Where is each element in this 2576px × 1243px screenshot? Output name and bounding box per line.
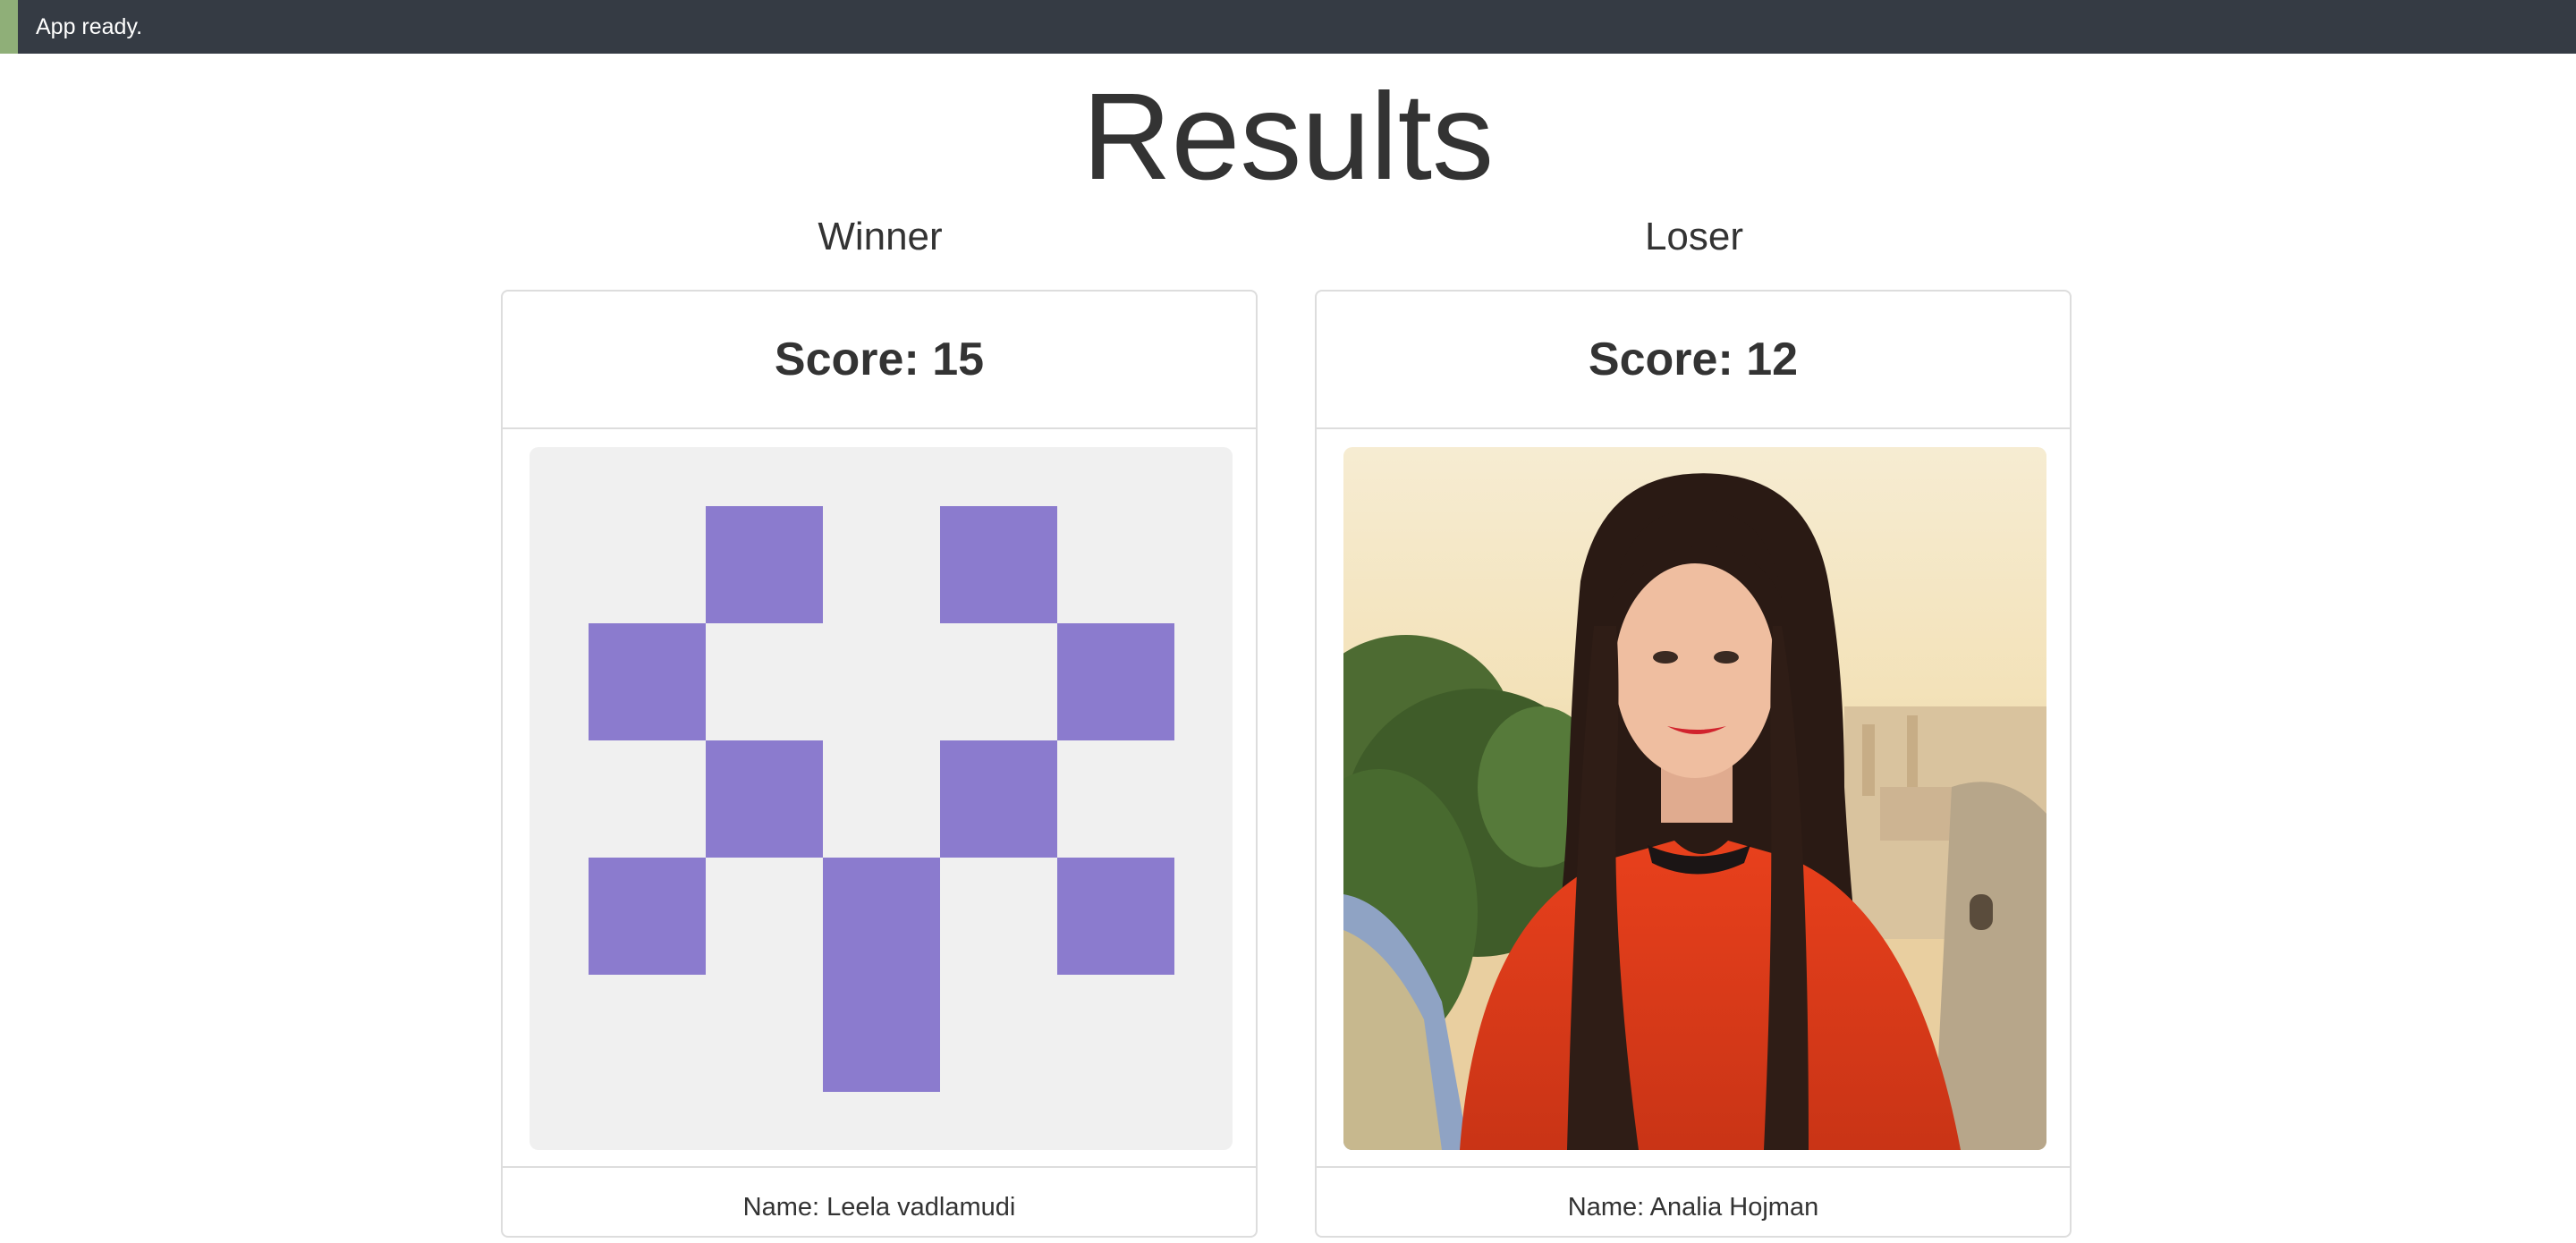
identicon-cell bbox=[823, 858, 940, 975]
loser-avatar-container bbox=[1317, 429, 2070, 1168]
winner-avatar-container bbox=[503, 429, 1256, 1168]
loser-label: Loser bbox=[1644, 215, 1744, 258]
loser-photo bbox=[1343, 447, 2046, 1150]
status-text: App ready. bbox=[36, 14, 143, 39]
loser-card[interactable]: Score: 12 Name: Analia Hojman bbox=[1315, 290, 2072, 1238]
identicon-cell bbox=[589, 858, 706, 975]
winner-label: Winner bbox=[818, 215, 943, 258]
page-title: Results bbox=[1081, 68, 1495, 206]
portrait-image bbox=[1343, 447, 2046, 1150]
winner-identicon bbox=[530, 447, 1233, 1150]
winner-name: Name: Leela vadlamudi bbox=[742, 1193, 1016, 1222]
status-accent bbox=[0, 0, 18, 54]
identicon-cell bbox=[1057, 858, 1174, 975]
status-bar: App ready. bbox=[0, 0, 2576, 54]
winner-card[interactable]: Score: 15 Name: Leela vadlamudi bbox=[501, 290, 1258, 1238]
identicon-cell bbox=[706, 506, 823, 623]
identicon-cell bbox=[823, 975, 940, 1092]
identicon-cell bbox=[1057, 623, 1174, 740]
loser-score: Score: 12 bbox=[1317, 292, 2070, 429]
loser-name: Name: Analia Hojman bbox=[1567, 1193, 1819, 1222]
identicon-cell bbox=[706, 740, 823, 858]
identicon-cell bbox=[940, 740, 1057, 858]
identicon-cell bbox=[940, 506, 1057, 623]
winner-score: Score: 15 bbox=[503, 292, 1256, 429]
identicon-cell bbox=[589, 623, 706, 740]
